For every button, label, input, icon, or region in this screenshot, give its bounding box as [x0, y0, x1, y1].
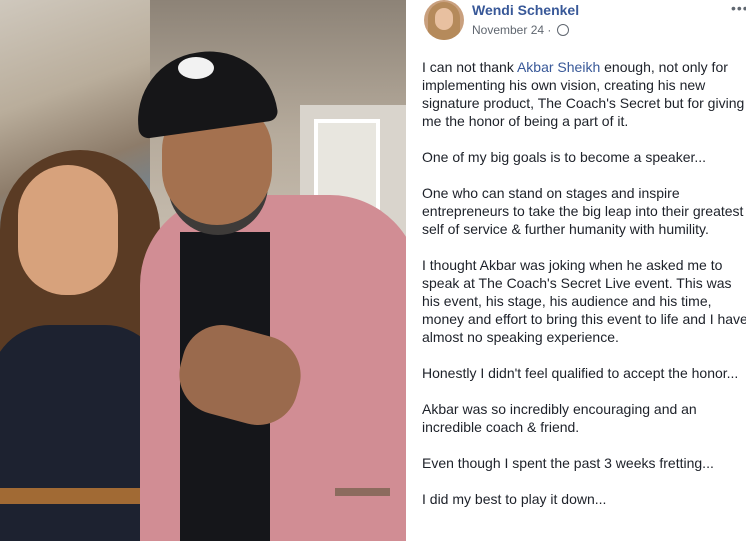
- author-avatar[interactable]: [424, 0, 464, 40]
- post-photo[interactable]: [0, 0, 406, 541]
- post-body: I can not thank Akbar Sheikh enough, not…: [422, 58, 746, 526]
- globe-icon[interactable]: [556, 24, 569, 36]
- author-name[interactable]: Wendi Schenkel: [472, 2, 579, 18]
- paragraph-6: Akbar was so incredibly encouraging and …: [422, 401, 697, 435]
- woman-face: [18, 165, 118, 295]
- paragraph-5: Honestly I didn't feel qualified to acce…: [422, 365, 739, 381]
- cap-logo: [178, 57, 214, 79]
- post-meta: November 24 ·: [472, 23, 569, 37]
- meta-separator: ·: [547, 23, 552, 37]
- post-panel: Wendi Schenkel November 24 · ••• I can n…: [406, 0, 746, 541]
- paragraph-7: Even though I spent the past 3 weeks fre…: [422, 455, 714, 471]
- mention-akbar-sheikh[interactable]: Akbar Sheikh: [517, 59, 600, 75]
- woman-belt: [0, 488, 150, 504]
- paragraph-1: I can not thank Akbar Sheikh enough, not…: [422, 59, 745, 129]
- jacket-pocket-buttons: [335, 488, 390, 496]
- paragraph-8: I did my best to play it down...: [422, 491, 607, 507]
- paragraph-3: One who can stand on stages and inspire …: [422, 185, 744, 237]
- paragraph-2: One of my big goals is to become a speak…: [422, 149, 707, 165]
- paragraph-4: I thought Akbar was joking when he asked…: [422, 257, 746, 345]
- post-date[interactable]: November 24: [472, 23, 544, 37]
- more-options-icon[interactable]: •••: [731, 0, 746, 16]
